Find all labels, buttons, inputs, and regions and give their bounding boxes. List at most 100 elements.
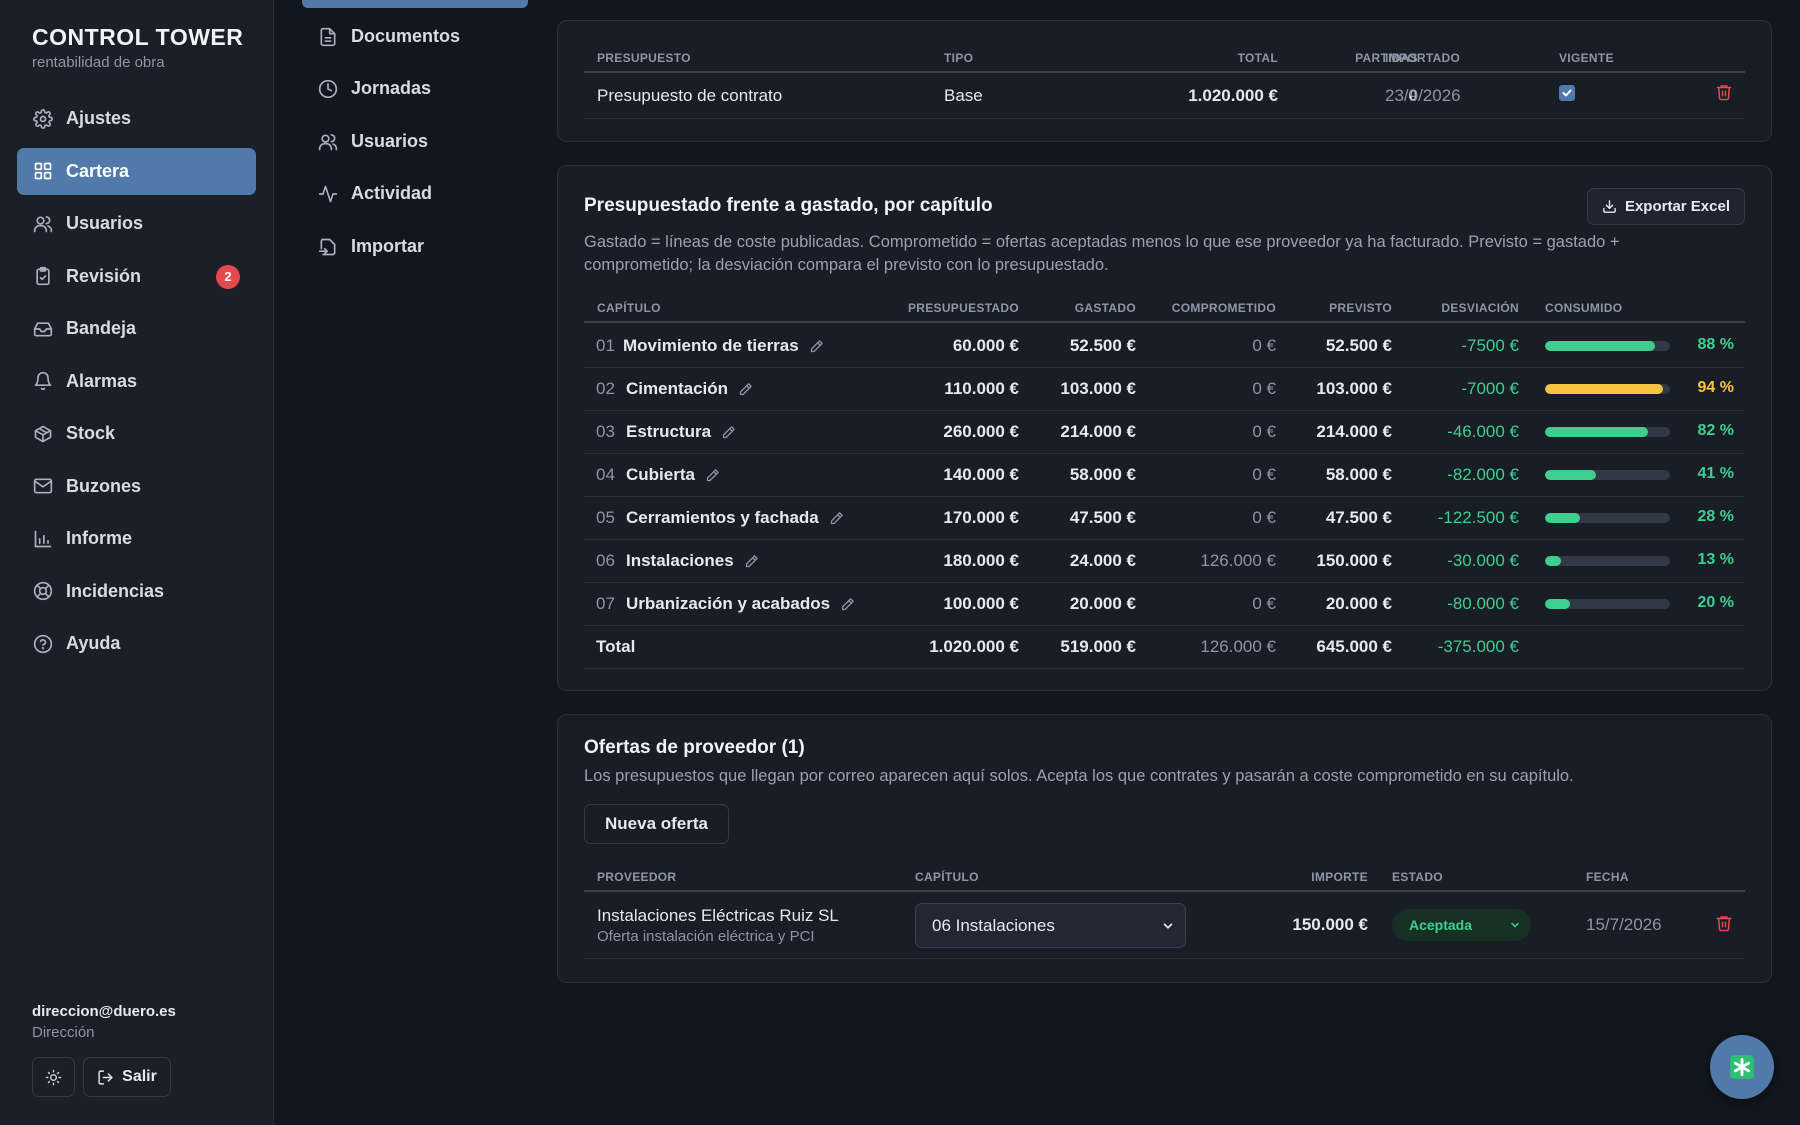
sidebar-item-bandeja[interactable]: Bandeja <box>17 305 256 352</box>
consumption-bar <box>1545 427 1670 437</box>
offer-status-select[interactable]: Aceptada <box>1392 909 1531 941</box>
col-header-budget: PRESUPUESTO <box>597 51 691 65</box>
subnav-item-jornadas[interactable]: Jornadas <box>318 78 431 99</box>
chapters-panel: Presupuestado frente a gastado, por capí… <box>557 165 1772 691</box>
sidebar-item-revision[interactable]: Revisión 2 <box>17 253 256 300</box>
sidebar-item-label: Buzones <box>66 475 142 496</box>
bar-chart-icon <box>33 529 53 549</box>
sidebar-item-cartera[interactable]: Cartera <box>17 147 256 195</box>
delete-budget-trash-icon[interactable] <box>1715 83 1733 101</box>
sidebar-item-stock[interactable]: Stock <box>17 410 256 457</box>
budget-total: 1.020.000 € <box>1188 86 1278 105</box>
sidebar-item-label: Stock <box>66 423 116 443</box>
chapter-name-cell: Estructura <box>626 422 736 442</box>
subnav-item-documentos[interactable]: Documentos <box>318 26 460 47</box>
activity-icon <box>318 184 338 204</box>
chapter-deviation: -7000 € <box>1461 379 1519 398</box>
delete-offer-trash-icon[interactable] <box>1715 914 1733 932</box>
sidebar-item-ajustes[interactable]: Ajustes <box>17 95 256 142</box>
edit-pencil-icon[interactable] <box>705 468 720 483</box>
consumption-bar <box>1545 341 1670 351</box>
chevron-down-icon <box>1161 919 1175 933</box>
chapters-title: Presupuestado frente a gastado, por capí… <box>584 195 993 216</box>
consumption-bar <box>1545 556 1670 566</box>
assistant-fab-button[interactable] <box>1710 1035 1774 1099</box>
header-divider <box>584 71 1745 73</box>
offer-subtitle: Oferta instalación eléctrica y PCI <box>597 928 815 945</box>
chapter-row[interactable]: 07 Urbanización y acabados 100.000 €20.000… <box>584 582 1745 625</box>
export-excel-button[interactable]: Exportar Excel <box>1586 188 1745 225</box>
export-label: Exportar Excel <box>1624 198 1730 215</box>
col-header-supplier: PROVEEDOR <box>597 870 677 884</box>
total-deviation: -375.000 € <box>1437 637 1519 656</box>
sidebar-item-incidencias[interactable]: Incidencias <box>17 568 256 615</box>
offers-title: Ofertas de proveedor (1) <box>584 737 805 758</box>
chapter-deviation: -7500 € <box>1461 336 1519 355</box>
edit-pencil-icon[interactable] <box>744 554 759 569</box>
chapter-total-row: Total 1.020.000 €519.000 €126.000 €645.00… <box>584 625 1745 668</box>
header-divider <box>584 321 1745 323</box>
clipboard-check-icon <box>33 266 53 286</box>
sidebar: CONTROL TOWER rentabilidad de obra Ajust… <box>0 0 274 1125</box>
chapter-name: Cimentación <box>626 379 729 398</box>
edit-pencil-icon[interactable] <box>738 382 753 397</box>
sidebar-nav: Ajustes Cartera Usuarios Revisión 2 Band… <box>17 95 256 673</box>
package-icon <box>33 424 53 444</box>
users-icon <box>33 214 53 234</box>
theme-toggle-button[interactable] <box>32 1057 75 1097</box>
budgets-panel: PRESUPUESTO TIPO TOTAL PARTIDAS IMPORTAD… <box>557 20 1772 142</box>
consumption-percent: 88 % <box>1697 336 1734 353</box>
chevron-down-icon <box>1509 919 1521 931</box>
edit-pencil-icon[interactable] <box>721 425 736 440</box>
chapter-row[interactable]: 04 Cubierta 140.000 €58.000 €0 €58.000 € -8… <box>584 453 1745 496</box>
chapter-row[interactable]: 05 Cerramientos y fachada 170.000 €47.500 … <box>584 496 1745 539</box>
review-count-badge: 2 <box>216 264 240 289</box>
asterisk-icon <box>1729 1054 1755 1080</box>
chapter-deviation: -80.000 € <box>1447 594 1519 613</box>
mail-icon <box>33 476 53 496</box>
sidebar-item-informe[interactable]: Informe <box>17 515 256 562</box>
consumption-bar <box>1545 470 1670 480</box>
chapter-name: Cerramientos y fachada <box>626 508 819 527</box>
chapter-number: 05 <box>596 508 615 527</box>
chapter-row[interactable]: 01 Movimiento de tierras 60.000 €52.500 €0… <box>584 324 1745 367</box>
sidebar-item-buzones[interactable]: Buzones <box>17 463 256 510</box>
sidebar-item-alarmas[interactable]: Alarmas <box>17 358 256 405</box>
consumption-bar <box>1545 599 1670 609</box>
new-offer-button[interactable]: Nueva oferta <box>584 804 729 844</box>
chapter-number: 04 <box>596 465 615 484</box>
subnav-item-label: Importar <box>351 236 425 256</box>
subnav-item-label: Usuarios <box>351 131 429 151</box>
subnav-item-usuarios[interactable]: Usuarios <box>318 131 428 152</box>
consumption-bar-fill <box>1545 513 1580 523</box>
offer-amount: 150.000 € <box>1292 915 1368 934</box>
chapter-row[interactable]: 06 Instalaciones 180.000 €24.000 €126.000 … <box>584 539 1745 582</box>
row-divider <box>584 118 1745 119</box>
logout-label: Salir <box>122 1068 157 1085</box>
brand-subtitle: rentabilidad de obra <box>32 54 165 71</box>
logout-button[interactable]: Salir <box>83 1057 171 1097</box>
budget-name: Presupuesto de contrato <box>597 86 783 105</box>
clock-icon <box>318 79 338 99</box>
col-header-current: VIGENTE <box>1559 51 1614 65</box>
chapter-row[interactable]: 03 Estructura 260.000 €214.000 €0 €214.000… <box>584 410 1745 453</box>
subnav-item-importar[interactable]: Importar <box>318 236 424 257</box>
col-header-consumed: CONSUMIDO <box>1545 301 1623 315</box>
sidebar-item-usuarios[interactable]: Usuarios <box>17 200 256 247</box>
user-email: direccion@duero.es <box>32 1003 176 1020</box>
offer-status-value: Aceptada <box>1409 917 1473 933</box>
col-header-date: FECHA <box>1586 870 1629 884</box>
offer-chapter-select[interactable]: 06 Instalaciones <box>915 903 1186 948</box>
budget-type: Base <box>944 86 983 105</box>
col-header-status: ESTADO <box>1392 870 1443 884</box>
subnav-item-actividad[interactable]: Actividad <box>318 183 432 204</box>
col-header-chapter: CAPÍTULO <box>915 870 979 884</box>
sidebar-item-ayuda[interactable]: Ayuda <box>17 620 256 667</box>
gear-icon <box>33 108 53 129</box>
consumption-bar <box>1545 384 1670 394</box>
sidebar-item-label: Usuarios <box>66 213 144 233</box>
col-header-type: TIPO <box>944 51 974 65</box>
current-budget-checkbox[interactable] <box>1559 85 1575 101</box>
chapter-row[interactable]: 02 Cimentación 110.000 €103.000 €0 €103.00… <box>584 367 1745 410</box>
consumption-bar-fill <box>1545 556 1562 566</box>
